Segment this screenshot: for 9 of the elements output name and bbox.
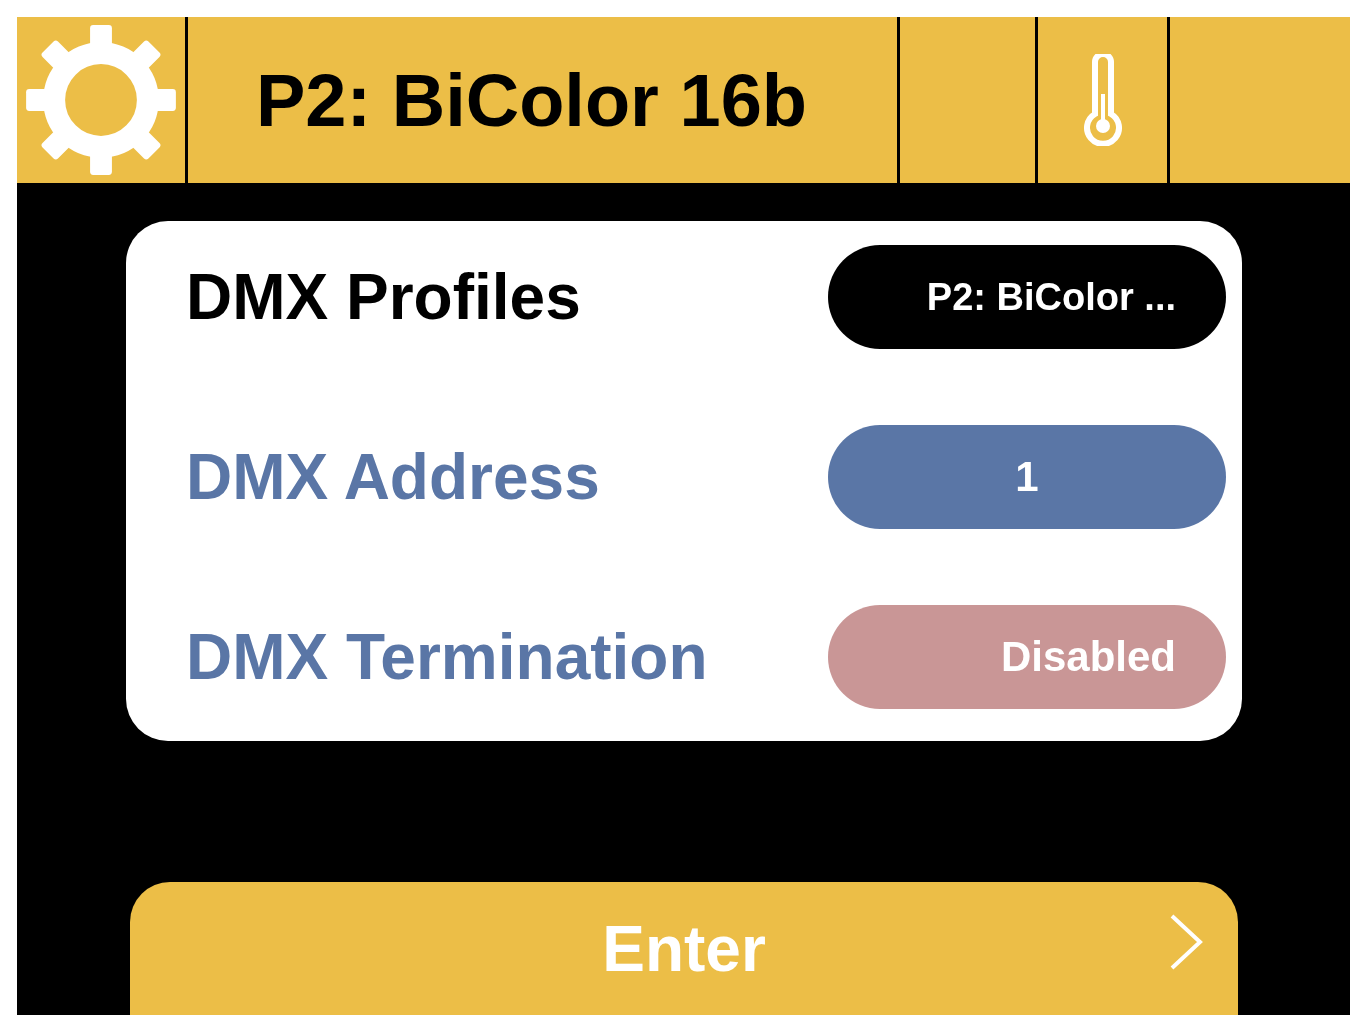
settings-icon[interactable]: [23, 22, 179, 178]
setting-value-button[interactable]: P2: BiColor ...: [828, 245, 1226, 349]
setting-label[interactable]: DMX Termination: [186, 620, 708, 694]
setting-label[interactable]: DMX Profiles: [186, 260, 581, 334]
chevron-right-icon: [1168, 912, 1204, 972]
setting-value-button[interactable]: Disabled: [828, 605, 1226, 709]
setting-label[interactable]: DMX Address: [186, 440, 600, 514]
setting-value-button[interactable]: 1: [828, 425, 1226, 529]
profile-title: P2: BiColor 16b: [256, 57, 807, 143]
